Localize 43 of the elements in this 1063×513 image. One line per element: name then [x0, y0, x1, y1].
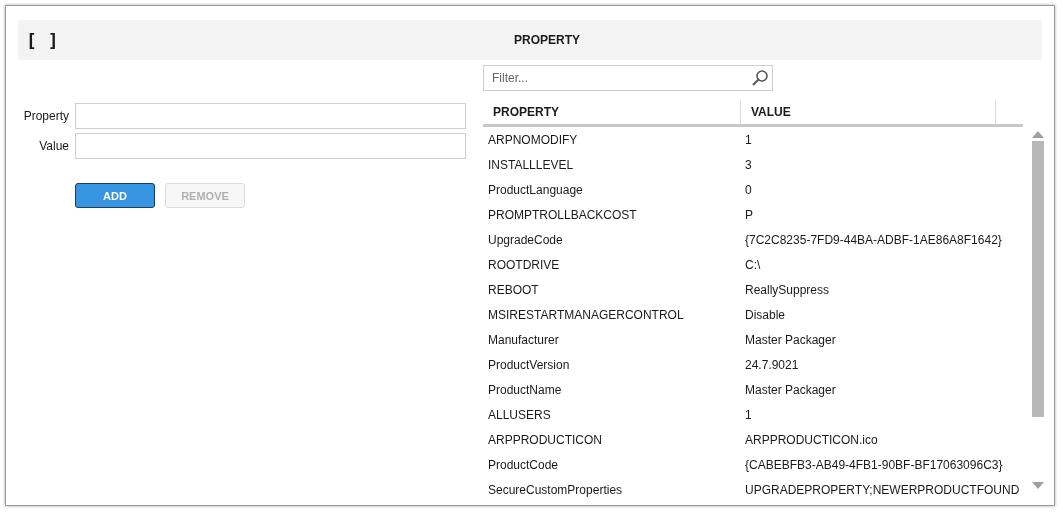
search-icon	[751, 69, 769, 87]
table-cell-text: ARPPRODUCTICON.ico	[744, 432, 879, 447]
table-cell-text: MSIRESTARTMANAGERCONTROL	[487, 307, 685, 322]
field-label: Property	[22, 109, 69, 123]
table-cell-text: 24.7.9021	[744, 357, 800, 372]
column-header[interactable]: VALUE	[740, 100, 995, 124]
table-cell-text: 1	[744, 407, 753, 422]
table-cell-text: ROOTDRIVE	[487, 257, 561, 272]
field-label: Value	[38, 139, 69, 153]
panel-title: PROPERTY	[514, 33, 580, 47]
table-cell-text: ProductName	[487, 382, 563, 397]
table-cell-text: 0	[744, 182, 753, 197]
brackets-icon: [ ]	[26, 29, 59, 51]
table-cell-text: Disable	[744, 307, 787, 322]
table-cell-text: REBOOT	[487, 282, 540, 297]
input-field[interactable]	[75, 133, 466, 159]
table-cell-text: ARPNOMODIFY	[487, 132, 579, 147]
table-cell-text: UpgradeCode	[487, 232, 564, 247]
table-cell-text: {CABEBFB3-AB49-4FB1-90BF-BF17063096C3}	[744, 457, 1004, 472]
table-cell-text: Master Packager	[744, 332, 837, 347]
table-cell-text: ProductLanguage	[487, 182, 584, 197]
table-cell-text: ARPPRODUCTICON	[487, 432, 603, 447]
filter-field[interactable]: Filter...	[483, 65, 773, 91]
table-cell-text: UPGRADEPROPERTY;NEWERPRODUCTFOUND	[744, 482, 1021, 497]
table-cell-text: PROMPTROLLBACKCOST	[487, 207, 638, 222]
table-cell-text: Master Packager	[744, 382, 837, 397]
table-cell-text: P	[744, 207, 754, 222]
table-cell-text: ReallySuppress	[744, 282, 831, 297]
scrollbar-thumb[interactable]	[1032, 141, 1044, 417]
table-cell-text: ProductCode	[487, 457, 560, 472]
table-cell-text: {7C2C8235-7FD9-44BA-ADBF-1AE86A8F1642}	[744, 232, 1003, 247]
table-cell-text: INSTALLLEVEL	[487, 157, 575, 172]
column-header[interactable]: PROPERTY	[483, 100, 740, 124]
table-cell-text: ALLUSERS	[487, 407, 552, 422]
table-cell-text: C:\	[744, 257, 762, 272]
scroll-down-icon[interactable]	[1032, 482, 1044, 489]
table-cell-text: 3	[744, 157, 753, 172]
table-cell-text: 1	[744, 132, 753, 147]
table-cell-text: Manufacturer	[487, 332, 560, 347]
table-cell-text: ProductVersion	[487, 357, 571, 372]
input-field[interactable]	[75, 103, 466, 129]
table-cell-text: SecureCustomProperties	[487, 482, 624, 497]
scroll-up-icon[interactable]	[1032, 131, 1044, 138]
